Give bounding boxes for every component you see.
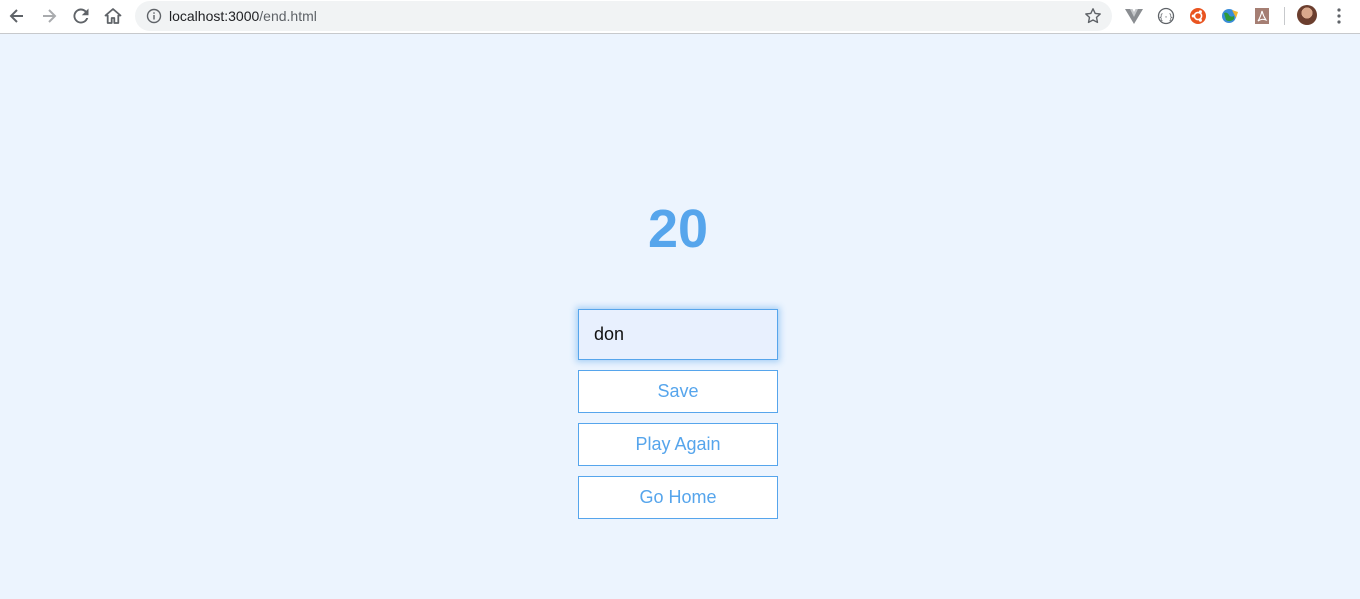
url-host: localhost:3000 — [169, 8, 260, 24]
reload-icon[interactable] — [68, 3, 94, 29]
end-page: 20 Save Play Again Go Home — [0, 34, 1360, 599]
browser-toolbar: localhost:3000/end.html {·} — [0, 0, 1360, 34]
go-home-button[interactable]: Go Home — [578, 476, 778, 519]
username-input[interactable] — [578, 309, 778, 360]
info-icon[interactable] — [146, 8, 162, 24]
ubuntu-extension-icon[interactable] — [1188, 6, 1208, 26]
globe-extension-icon[interactable] — [1220, 6, 1240, 26]
url-path: /end.html — [259, 8, 317, 24]
toolbar-divider — [1284, 7, 1285, 25]
url-text[interactable]: localhost:3000/end.html — [169, 8, 317, 24]
json-viewer-icon[interactable]: {·} — [1156, 6, 1176, 26]
address-bar[interactable]: localhost:3000/end.html — [135, 1, 1112, 31]
vue-devtools-icon[interactable] — [1124, 6, 1144, 26]
forward-arrow-icon[interactable] — [36, 3, 62, 29]
svg-text:{·}: {·} — [1159, 12, 1173, 21]
star-icon[interactable] — [1084, 7, 1102, 25]
home-icon[interactable] — [100, 3, 126, 29]
kebab-menu-icon[interactable] — [1330, 6, 1348, 26]
save-button[interactable]: Save — [578, 370, 778, 413]
back-arrow-icon[interactable] — [4, 3, 30, 29]
final-score: 20 — [647, 199, 709, 259]
pdf-extension-icon[interactable] — [1252, 6, 1272, 26]
play-again-button[interactable]: Play Again — [578, 423, 778, 466]
profile-avatar[interactable] — [1297, 5, 1317, 25]
